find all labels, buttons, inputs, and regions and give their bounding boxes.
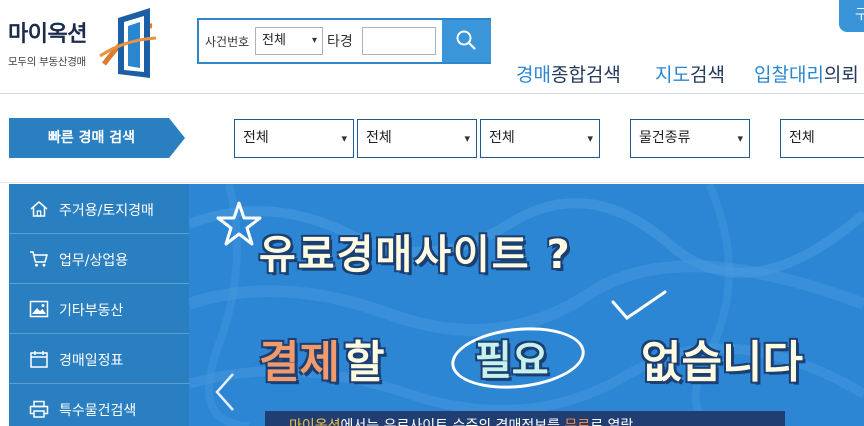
nav-auction-search-rest: 종합검색	[550, 64, 621, 86]
nav-auction-search[interactable]: 경매종합검색	[516, 60, 621, 87]
sidebar-item-label: 주거용/토지경매	[59, 203, 154, 219]
logo-mark-icon	[99, 8, 157, 78]
caption-brand: 마이옥션	[289, 418, 341, 426]
sidebar-item-label: 경매일정표	[59, 353, 124, 369]
sidebar: 주거용/토지경매 업무/상업용 기타부동산 경매일정표 특수물건검색	[9, 184, 189, 426]
logo-title: 마이옥션	[8, 22, 87, 47]
nav-bid-agent[interactable]: 입찰대리의뢰	[754, 60, 859, 87]
check-mark-icon	[611, 290, 667, 320]
cart-icon	[30, 251, 48, 267]
printer-icon	[29, 400, 49, 418]
page: 마이옥션 모두의 부동산경매 사건번호 전체 ▾ 타경 경매종합검색 지도검색 …	[0, 0, 864, 426]
quick-search-bar: 빠른 경매 검색 전체 ▾ 전체 ▾ 전체 ▾ 물건종류 ▾ 전체	[0, 95, 864, 183]
case-type-label: 타경	[327, 34, 353, 50]
case-number-input[interactable]	[362, 27, 436, 55]
quick-search-label: 빠른 경매 검색	[9, 118, 185, 158]
quick-select-2-value: 전체	[366, 130, 392, 146]
property-type-select[interactable]: 물건종류 ▾	[630, 119, 750, 158]
caption-text: 에서는 유료사이트 수준의 경매정보를	[340, 418, 565, 426]
case-number-label: 사건번호	[205, 35, 250, 49]
banner-caption-strip: 마이옥션에서는 유료사이트 수준의 경매정보를 무료로 열람	[265, 411, 785, 426]
nav-auction-search-highlight: 경매	[516, 64, 551, 86]
sidebar-item-residential-land[interactable]: 주거용/토지경매	[9, 184, 189, 234]
quick-select-1-value: 전체	[243, 130, 269, 146]
quick-select-1[interactable]: 전체 ▾	[234, 119, 354, 158]
banner-title-do: 할	[344, 337, 385, 388]
sidebar-item-label: 특수물건검색	[59, 403, 137, 419]
banner-title-payment: 결제	[259, 337, 340, 388]
chevron-left-icon[interactable]	[211, 370, 241, 414]
header: 마이옥션 모두의 부동산경매 사건번호 전체 ▾ 타경 경매종합검색 지도검색 …	[0, 0, 864, 94]
logo-subtitle: 모두의 부동산경매	[8, 56, 86, 68]
sidebar-item-label: 기타부동산	[59, 303, 124, 319]
quick-select-5-value: 전체	[789, 130, 815, 146]
nav-map-search[interactable]: 지도검색	[655, 60, 725, 87]
promo-banner[interactable]: 유료경매사이트 ? 결제 할 필요 없습니다 마이옥션에서는 유료사이트 수준의…	[189, 184, 864, 426]
quick-select-3-value: 전체	[489, 130, 515, 146]
sidebar-item-label: 업무/상업용	[59, 253, 129, 269]
chevron-down-icon: ▾	[587, 132, 593, 145]
chevron-down-icon: ▾	[341, 132, 347, 145]
nav-bid-agent-highlight: 입찰대리	[754, 64, 824, 86]
nav-map-search-rest: 검색	[689, 64, 725, 86]
sidebar-item-other-realty[interactable]: 기타부동산	[9, 284, 189, 334]
corner-tab[interactable]: 구	[839, 0, 864, 32]
home-icon	[30, 201, 48, 217]
banner-title-line1: 유료경매사이트 ?	[259, 232, 572, 278]
nav-bid-agent-rest: 의뢰	[823, 64, 859, 86]
quick-select-2[interactable]: 전체 ▾	[357, 119, 477, 158]
court-select[interactable]: 전체 ▾	[255, 27, 323, 55]
sidebar-item-commercial[interactable]: 업무/상업용	[9, 234, 189, 284]
nav-map-search-highlight: 지도	[655, 64, 690, 86]
chevron-down-icon: ▾	[311, 35, 317, 46]
quick-select-3[interactable]: 전체 ▾	[480, 119, 600, 158]
banner-title-none: 없습니다	[641, 337, 803, 388]
court-select-value: 전체	[262, 33, 286, 48]
case-search-box: 사건번호 전체 ▾ 타경	[197, 18, 491, 64]
banner-title-need: 필요	[475, 338, 549, 384]
search-button[interactable]	[442, 20, 491, 62]
caption-free: 무료	[564, 418, 591, 426]
quick-select-5[interactable]: 전체	[780, 119, 864, 158]
chevron-down-icon: ▾	[737, 132, 743, 145]
calendar-icon	[30, 351, 48, 368]
property-type-select-value: 물건종류	[639, 130, 691, 146]
sidebar-item-auction-schedule[interactable]: 경매일정표	[9, 334, 189, 384]
caption-end: 로 열람	[590, 418, 634, 426]
chevron-down-icon: ▾	[464, 132, 470, 145]
search-icon	[456, 30, 476, 50]
image-icon	[29, 300, 49, 318]
site-logo[interactable]: 마이옥션 모두의 부동산경매	[6, 4, 162, 82]
sidebar-item-special-search[interactable]: 특수물건검색	[9, 384, 189, 426]
star-icon	[216, 201, 262, 246]
quick-search-label-text: 빠른 경매 검색	[47, 130, 136, 146]
